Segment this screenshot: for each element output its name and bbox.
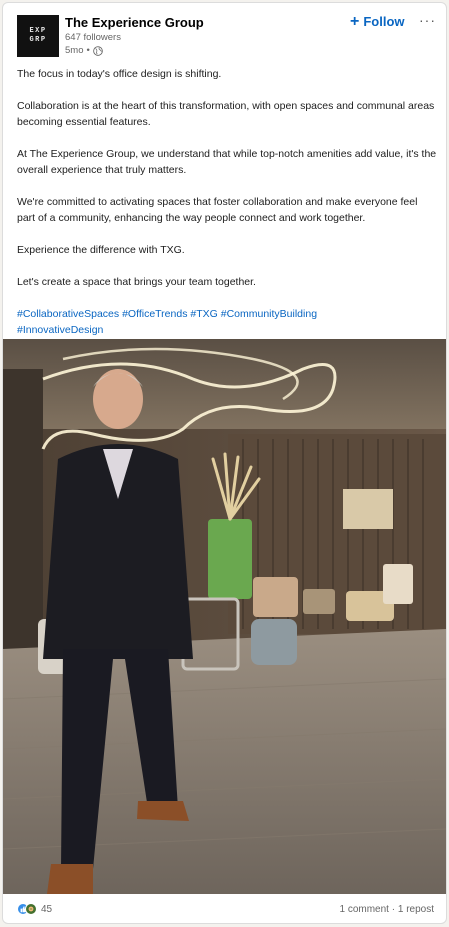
post-paragraph-3: At The Experience Group, we understand t… [17, 148, 437, 176]
celebrate-icon [25, 903, 37, 915]
hashtag-link[interactable]: #CommunityBuilding [221, 308, 317, 320]
follow-button[interactable]: + Follow [350, 12, 405, 30]
office-lounge-photo [3, 339, 446, 894]
hashtag-link[interactable]: #TXG [190, 308, 217, 320]
logo-line-1: EXP [29, 27, 47, 35]
post-paragraph-5: Experience the difference with TXG. [17, 244, 185, 256]
reaction-count: 45 [41, 903, 53, 915]
reposts-link[interactable]: 1 repost [398, 904, 434, 915]
post-time: 5mo [65, 45, 84, 56]
follow-label: Follow [363, 14, 405, 29]
post-header: EXP GRP The Experience Group 647 followe… [3, 3, 446, 61]
meta-dot: • [86, 45, 90, 56]
stats-separator: · [391, 904, 396, 915]
hashtag-link[interactable]: #OfficeTrends [122, 308, 187, 320]
more-options-button[interactable]: ··· [419, 12, 436, 28]
post-paragraph-4: We're committed to activating spaces tha… [17, 196, 418, 224]
social-counts: 45 1 comment · 1 repost [3, 895, 446, 923]
post-image[interactable] [3, 339, 446, 894]
post-meta: 5mo • [65, 45, 103, 56]
post-paragraph-6: Let's create a space that brings your te… [17, 276, 256, 288]
logo-line-2: GRP [29, 36, 47, 44]
company-logo[interactable]: EXP GRP [17, 15, 59, 57]
company-name[interactable]: The Experience Group [65, 15, 204, 30]
follower-count: 647 followers [65, 32, 121, 43]
comments-link[interactable]: 1 comment [339, 904, 388, 915]
hashtags: #CollaborativeSpaces #OfficeTrends #TXG … [17, 306, 437, 338]
engagement-stats: 1 comment · 1 repost [339, 904, 434, 915]
plus-icon: + [350, 12, 360, 30]
post-body: The focus in today's office design is sh… [17, 66, 437, 354]
post-card: EXP GRP The Experience Group 647 followe… [2, 2, 447, 924]
hashtag-link[interactable]: #InnovativeDesign [17, 324, 103, 336]
reactions-summary[interactable]: 45 [17, 903, 52, 915]
hashtag-link[interactable]: #CollaborativeSpaces [17, 308, 119, 320]
globe-icon [93, 45, 103, 56]
post-paragraph-2: Collaboration is at the heart of this tr… [17, 100, 435, 128]
post-paragraph-1: The focus in today's office design is sh… [17, 68, 222, 80]
